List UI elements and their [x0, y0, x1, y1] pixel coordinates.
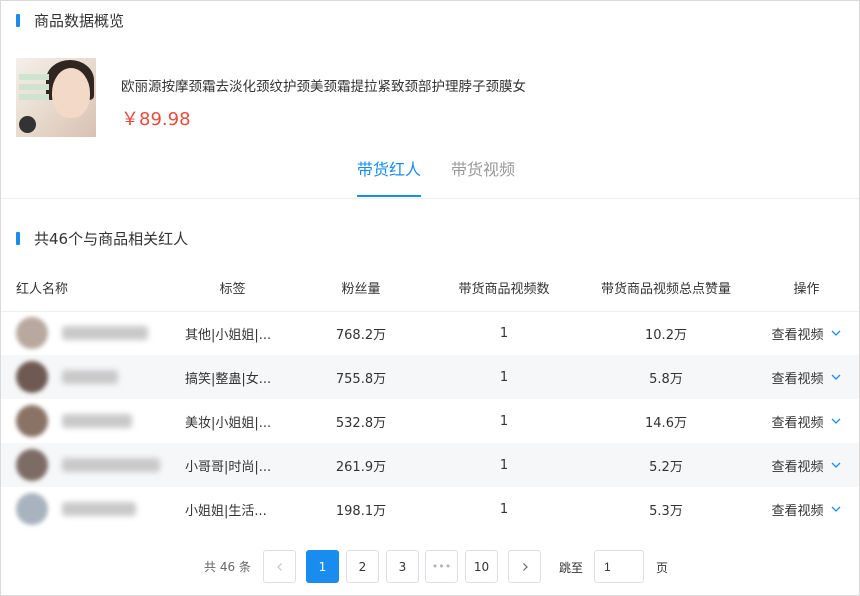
avatar[interactable] — [16, 449, 48, 481]
table-row: 其他|小姐姐|... 768.2万 1 10.2万 查看视频 — [1, 311, 859, 355]
action-cell: 查看视频 — [754, 311, 859, 355]
blurred-name — [62, 326, 148, 341]
view-video-button[interactable]: 查看视频 — [771, 500, 841, 519]
video-count-cell: 1 — [499, 501, 509, 517]
avatar[interactable] — [16, 405, 48, 437]
blurred-name — [62, 502, 136, 516]
chevron-right-icon — [522, 562, 528, 571]
header-tags: 标签 — [173, 264, 292, 312]
chevron-down-icon — [831, 462, 840, 468]
related-title: 共46个与商品相关红人 — [34, 230, 189, 248]
influencer-name-cell[interactable] — [1, 311, 173, 355]
view-video-label: 查看视频 — [771, 371, 824, 387]
jump-label: 跳至 — [559, 561, 584, 575]
likes-cell: 10.2万 — [645, 327, 687, 343]
header-fans: 粉丝量 — [292, 264, 430, 312]
fans-cell: 768.2万 — [335, 327, 387, 343]
blurred-name — [62, 370, 118, 384]
fans-cell: 198.1万 — [335, 503, 387, 519]
related-header: 共46个与商品相关红人 — [16, 228, 188, 249]
tags-cell: 美妆|小姐姐|... — [185, 415, 272, 431]
product-image[interactable] — [16, 58, 96, 137]
chevron-down-icon — [831, 330, 840, 337]
view-video-button[interactable]: 查看视频 — [771, 412, 841, 431]
active-tab-indicator — [357, 195, 421, 197]
table-header-row: 红人名称 标签 粉丝量 带货商品视频数 带货商品视频总点赞量 操作 — [1, 264, 859, 312]
next-page-button[interactable] — [508, 550, 541, 583]
fans-cell: 261.9万 — [292, 443, 430, 487]
video-count-cell: 1 — [499, 325, 509, 341]
chevron-down-icon — [831, 506, 840, 512]
tags-cell: 其他|小姐姐|... — [185, 327, 272, 343]
influencer-name-cell[interactable] — [1, 355, 173, 399]
page-button-2[interactable]: 2 — [346, 550, 379, 583]
jump-page-input[interactable] — [594, 550, 644, 583]
blurred-name — [62, 414, 132, 428]
avatar[interactable] — [16, 361, 48, 393]
likes-cell: 5.2万 — [578, 443, 754, 487]
blurred-name — [62, 458, 160, 472]
fans-cell: 532.8万 — [335, 415, 387, 431]
header-video-count: 带货商品视频数 — [430, 264, 578, 312]
title-accent-bar — [16, 14, 20, 27]
chevron-down-icon — [831, 374, 840, 380]
action-cell: 查看视频 — [754, 355, 859, 399]
video-count-cell: 1 — [499, 413, 509, 429]
tab-bar: 带货红人 带货视频 — [1, 147, 859, 199]
header-name: 红人名称 — [1, 264, 173, 312]
page-frame: 商品数据概览 欧丽源按摩颈霜去淡化颈纹护颈美颈霜提拉紧致颈部护理脖子颈膜女 ￥8… — [0, 0, 860, 596]
page-ellipsis[interactable]: ••• — [425, 550, 458, 583]
pagination: 共 46 条 1 2 3 ••• 10 跳至 页 — [1, 550, 859, 583]
view-video-button[interactable]: 查看视频 — [771, 456, 841, 475]
page-button-10[interactable]: 10 — [465, 550, 498, 583]
view-video-label: 查看视频 — [771, 327, 824, 343]
likes-cell: 5.8万 — [578, 355, 754, 399]
view-video-button[interactable]: 查看视频 — [771, 368, 841, 387]
action-cell: 查看视频 — [754, 487, 859, 531]
influencer-table: 红人名称 标签 粉丝量 带货商品视频数 带货商品视频总点赞量 操作 其他|小姐姐… — [1, 264, 859, 531]
chevron-left-icon — [276, 562, 282, 571]
video-count-cell: 1 — [430, 355, 578, 399]
influencer-name-cell[interactable] — [1, 487, 173, 531]
view-video-label: 查看视频 — [771, 415, 824, 431]
avatar[interactable] — [16, 493, 48, 525]
page-button-3[interactable]: 3 — [386, 550, 419, 583]
video-count-cell: 1 — [430, 443, 578, 487]
influencer-name-cell[interactable] — [1, 443, 173, 487]
view-video-label: 查看视频 — [771, 503, 824, 519]
likes-cell: 5.3万 — [649, 503, 683, 519]
view-video-button[interactable]: 查看视频 — [771, 324, 841, 343]
tags-cell: 小姐姐|生活... — [185, 503, 267, 519]
table-row: 小哥哥|时尚|... 261.9万 1 5.2万 查看视频 — [1, 443, 859, 487]
page-suffix: 页 — [656, 561, 669, 575]
likes-cell: 14.6万 — [645, 415, 687, 431]
title-accent-bar — [16, 232, 20, 245]
overview-title: 商品数据概览 — [34, 12, 125, 30]
tab-videos[interactable]: 带货视频 — [451, 156, 515, 180]
tags-cell: 小哥哥|时尚|... — [173, 443, 292, 487]
table-row: 小姐姐|生活... 198.1万 1 5.3万 查看视频 — [1, 487, 859, 531]
pagination-total: 共 46 条 — [204, 560, 251, 574]
prev-page-button[interactable] — [263, 550, 296, 583]
page-button-1[interactable]: 1 — [306, 550, 339, 583]
product-price: ￥89.98 — [121, 109, 191, 130]
fans-cell: 755.8万 — [292, 355, 430, 399]
header-likes: 带货商品视频总点赞量 — [578, 264, 754, 312]
avatar[interactable] — [16, 317, 48, 350]
action-cell: 查看视频 — [754, 399, 859, 443]
chevron-down-icon — [831, 418, 840, 424]
product-card: 欧丽源按摩颈霜去淡化颈纹护颈美颈霜提拉紧致颈部护理脖子颈膜女 ￥89.98 — [16, 58, 526, 137]
influencer-name-cell[interactable] — [1, 399, 173, 443]
action-cell: 查看视频 — [754, 443, 859, 487]
view-video-label: 查看视频 — [771, 459, 824, 475]
tab-influencers[interactable]: 带货红人 — [357, 156, 421, 180]
table-row: 美妆|小姐姐|... 532.8万 1 14.6万 查看视频 — [1, 399, 859, 443]
header-actions: 操作 — [754, 264, 859, 312]
overview-header: 商品数据概览 — [16, 10, 124, 31]
table-row: 搞笑|整蛊|女... 755.8万 1 5.8万 查看视频 — [1, 355, 859, 399]
product-name[interactable]: 欧丽源按摩颈霜去淡化颈纹护颈美颈霜提拉紧致颈部护理脖子颈膜女 — [121, 75, 526, 95]
tags-cell: 搞笑|整蛊|女... — [173, 355, 292, 399]
